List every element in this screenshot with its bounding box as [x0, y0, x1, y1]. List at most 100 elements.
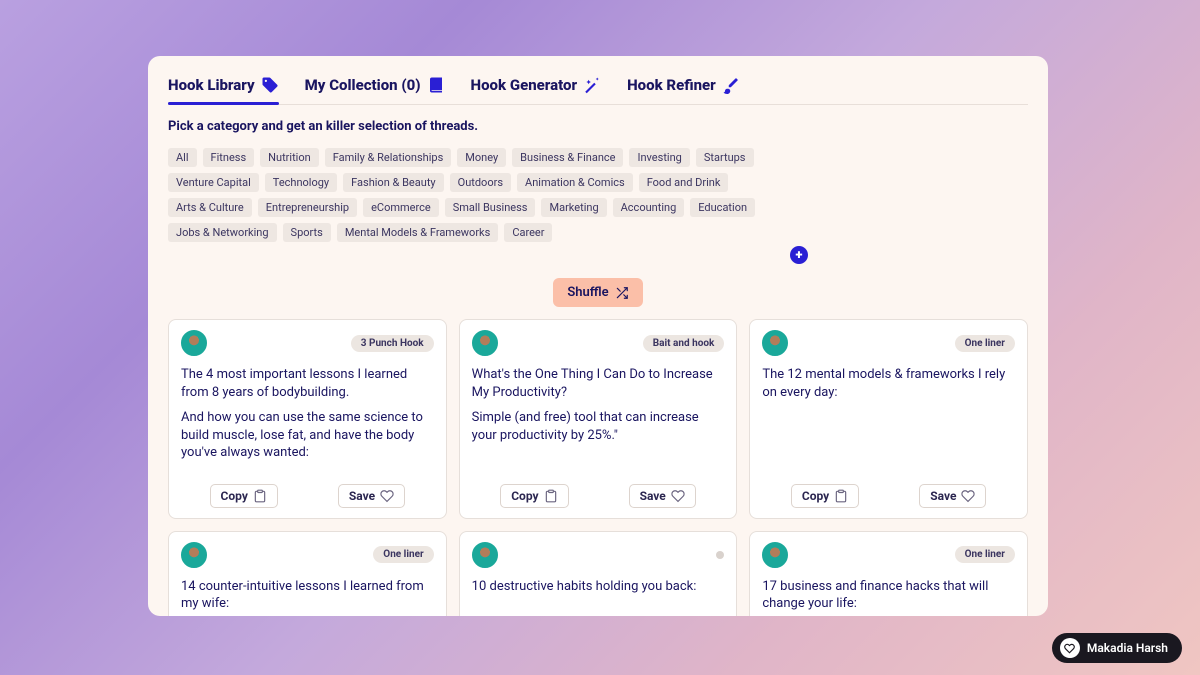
add-category-button[interactable]: +: [790, 246, 808, 264]
tab-label: Hook Refiner: [627, 76, 716, 94]
tab-hook-library[interactable]: Hook Library: [168, 76, 279, 104]
card-body: 14 counter-intuitive lessons I learned f…: [181, 578, 434, 616]
hook-text: 10 destructive habits holding you back:: [472, 578, 725, 596]
user-pill[interactable]: Makadia Harsh: [1052, 633, 1182, 663]
hook-type-badge: Bait and hook: [643, 335, 725, 352]
category-chip[interactable]: Startups: [696, 148, 754, 167]
copy-button[interactable]: Copy: [791, 484, 859, 508]
copy-button[interactable]: Copy: [500, 484, 568, 508]
category-chip[interactable]: Fashion & Beauty: [343, 173, 443, 192]
save-label: Save: [349, 489, 375, 503]
avatar: [181, 330, 207, 356]
hook-type-badge: One liner: [955, 335, 1015, 352]
save-button[interactable]: Save: [629, 484, 696, 508]
card-body: 17 business and finance hacks that will …: [762, 578, 1015, 616]
avatar: [762, 330, 788, 356]
category-chip[interactable]: Money: [457, 148, 506, 167]
card-header: [472, 542, 725, 568]
shuffle-label: Shuffle: [567, 285, 608, 300]
copy-label: Copy: [802, 489, 829, 503]
hook-text: And how you can use the same science to …: [181, 409, 434, 462]
card-body: 10 destructive habits holding you back:: [472, 578, 725, 604]
card-actions: Copy Save: [181, 480, 434, 508]
card-header: Bait and hook: [472, 330, 725, 356]
avatar: [762, 542, 788, 568]
hook-text: The 4 most important lessons I learned f…: [181, 366, 434, 401]
hook-text: Simple (and free) tool that can increase…: [472, 409, 725, 444]
tab-label: Hook Library: [168, 76, 255, 94]
category-chip[interactable]: Arts & Culture: [168, 198, 252, 217]
category-chip[interactable]: Food and Drink: [639, 173, 729, 192]
clipboard-icon: [253, 489, 267, 503]
category-chip[interactable]: Mental Models & Frameworks: [337, 223, 499, 242]
hook-type-badge: One liner: [373, 546, 433, 563]
avatar: [181, 542, 207, 568]
tab-bar: Hook Library My Collection (0) Hook Genera…: [168, 76, 1028, 105]
copy-label: Copy: [511, 489, 538, 503]
card-body: What's the One Thing I Can Do to Increas…: [472, 366, 725, 452]
hook-card: One liner 14 counter-intuitive lessons I …: [168, 531, 447, 616]
category-chip[interactable]: Small Business: [445, 198, 536, 217]
category-chip[interactable]: Fitness: [203, 148, 255, 167]
save-label: Save: [930, 489, 956, 503]
category-chip[interactable]: All: [168, 148, 197, 167]
heart-icon: [961, 489, 975, 503]
category-chip[interactable]: Venture Capital: [168, 173, 259, 192]
cards-grid: 3 Punch Hook The 4 most important lessons…: [168, 319, 1028, 616]
hook-text: The 12 mental models & frameworks I rely…: [762, 366, 1015, 401]
category-chip[interactable]: Career: [504, 223, 552, 242]
heart-icon: [1060, 638, 1080, 658]
category-chip[interactable]: Accounting: [613, 198, 685, 217]
tag-icon: [261, 76, 279, 94]
wand-icon: [583, 76, 601, 94]
main-panel: Hook Library My Collection (0) Hook Genera…: [148, 56, 1048, 616]
card-actions: Copy Save: [762, 480, 1015, 508]
tab-label: My Collection (0): [305, 76, 421, 94]
card-body: The 12 mental models & frameworks I rely…: [762, 366, 1015, 409]
hook-card: 10 destructive habits holding you back:C…: [459, 531, 738, 616]
category-chip[interactable]: Nutrition: [260, 148, 319, 167]
card-header: 3 Punch Hook: [181, 330, 434, 356]
category-chip[interactable]: Family & Relationships: [325, 148, 452, 167]
category-chip[interactable]: Entrepreneurship: [258, 198, 357, 217]
tab-hook-refiner[interactable]: Hook Refiner: [627, 76, 740, 104]
heart-icon: [380, 489, 394, 503]
card-header: One liner: [181, 542, 434, 568]
plus-icon: +: [796, 248, 803, 263]
card-header: One liner: [762, 330, 1015, 356]
brush-icon: [722, 76, 740, 94]
shuffle-button[interactable]: Shuffle: [553, 278, 642, 307]
hook-card: One liner 17 business and finance hacks t…: [749, 531, 1028, 616]
category-chip[interactable]: eCommerce: [363, 198, 439, 217]
save-button[interactable]: Save: [338, 484, 405, 508]
subtitle: Pick a category and get an killer select…: [168, 119, 1028, 134]
clipboard-icon: [544, 489, 558, 503]
card-actions: Copy Save: [472, 480, 725, 508]
category-chip[interactable]: Technology: [265, 173, 337, 192]
category-chip[interactable]: Sports: [283, 223, 331, 242]
category-chip[interactable]: Marketing: [541, 198, 606, 217]
category-chip[interactable]: Outdoors: [450, 173, 511, 192]
category-chip[interactable]: Education: [690, 198, 755, 217]
card-body: The 4 most important lessons I learned f…: [181, 366, 434, 470]
avatar: [472, 330, 498, 356]
empty-badge-dot: [716, 551, 724, 559]
user-name: Makadia Harsh: [1087, 641, 1168, 655]
avatar: [472, 542, 498, 568]
save-button[interactable]: Save: [919, 484, 986, 508]
category-chip[interactable]: Jobs & Networking: [168, 223, 277, 242]
tab-my-collection-0[interactable]: My Collection (0): [305, 76, 445, 104]
category-chip[interactable]: Business & Finance: [512, 148, 623, 167]
heart-icon: [671, 489, 685, 503]
tab-hook-generator[interactable]: Hook Generator: [471, 76, 602, 104]
hook-text: What's the One Thing I Can Do to Increas…: [472, 366, 725, 401]
card-header: One liner: [762, 542, 1015, 568]
category-chip[interactable]: Animation & Comics: [517, 173, 633, 192]
hook-card: Bait and hook What's the One Thing I Can …: [459, 319, 738, 519]
copy-button[interactable]: Copy: [210, 484, 278, 508]
clipboard-icon: [834, 489, 848, 503]
hook-type-badge: 3 Punch Hook: [351, 335, 434, 352]
shuffle-icon: [615, 286, 629, 300]
category-chip[interactable]: Investing: [629, 148, 689, 167]
category-chips: All Fitness Nutrition Family & Relationship…: [168, 148, 808, 242]
